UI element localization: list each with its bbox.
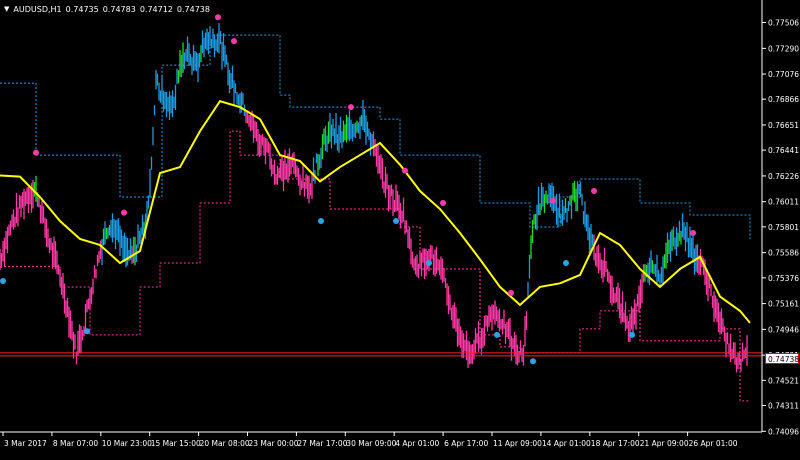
low-value: 0.74712 — [139, 4, 173, 14]
x-tick-label: 15 Mar 15:00 — [151, 439, 201, 448]
fractal-high-dot — [33, 149, 39, 156]
fractal-high-dot — [690, 229, 696, 236]
x-tick-label: 14 Apr 01:00 — [542, 439, 591, 448]
fractal-low-dot — [426, 259, 432, 266]
x-tick-label: 20 Mar 08:00 — [200, 439, 250, 448]
fractal-high-dot — [402, 167, 408, 174]
fractal-low-dot — [318, 218, 324, 224]
y-tick-label: 0.77506 — [768, 18, 799, 27]
price-chart[interactable]: 0.77506 0.77290 0.77076 0.76866 0.76651 0.764… — [0, 0, 800, 456]
fractal-low-dot — [393, 218, 399, 224]
x-tick-label: 6 Apr 17:00 — [444, 439, 488, 448]
y-tick-label: 0.77076 — [768, 70, 799, 79]
fractal-high-dot — [348, 104, 354, 111]
close-value: 0.74738 — [176, 4, 210, 14]
y-tick-label: 0.74311 — [768, 402, 799, 411]
open-value: 0.74735 — [65, 4, 99, 14]
fractal-dots — [0, 14, 696, 365]
midline-series — [0, 99, 751, 324]
chart-title-bar: ▼ AUDUSD,H1 0.74735 0.74783 0.74712 0.74… — [4, 3, 214, 15]
x-tick-label: 4 Apr 01:00 — [395, 439, 439, 448]
chart-window[interactable]: 0.77506 0.77290 0.77076 0.76866 0.76651 0.764… — [0, 0, 800, 456]
y-tick-label: 0.75586 — [768, 249, 799, 258]
fractal-high-dot — [591, 188, 597, 195]
fractal-low-dot — [84, 328, 90, 335]
fractal-high-dot — [550, 197, 556, 204]
y-tick-label: 0.76441 — [768, 146, 799, 155]
y-tick-label: 0.76866 — [768, 95, 799, 104]
fractal-low-dot — [530, 358, 536, 365]
y-tick-label: 0.74096 — [768, 427, 799, 436]
x-tick-label: 8 Mar 07:00 — [53, 439, 99, 448]
x-tick-label: 10 Mar 23:00 — [102, 439, 152, 448]
x-tick-label: 23 Mar 00:00 — [249, 439, 299, 448]
y-tick-label: 0.76011 — [768, 198, 799, 207]
current-price-tag: 0.74738 — [765, 353, 799, 364]
y-tick-label: 0.76226 — [768, 172, 799, 181]
price-bars — [0, 23, 748, 373]
y-tick-label: 0.76651 — [768, 121, 799, 130]
high-value: 0.74783 — [102, 4, 136, 14]
symbol-label: AUDUSD,H1 — [13, 4, 62, 14]
x-tick-label: 18 Apr 17:00 — [591, 439, 640, 448]
fractal-high-dot — [508, 289, 514, 296]
y-tick-label: 0.75161 — [768, 300, 799, 309]
y-tick-label: 0.75376 — [768, 274, 799, 283]
fractal-low-dot — [563, 259, 569, 266]
y-tick-label: 0.77290 — [768, 44, 799, 53]
y-tick-label: 0.74521 — [768, 376, 799, 385]
y-tick-label: 0.74946 — [768, 325, 799, 334]
dropdown-triangle-icon[interactable]: ▼ — [4, 5, 9, 13]
x-tick-label: 3 Mar 2017 — [4, 439, 47, 448]
x-tick-label: 11 Apr 09:00 — [493, 439, 542, 448]
x-tick-label: 26 Apr 01:00 — [689, 439, 738, 448]
midline — [0, 99, 751, 324]
fractal-high-dot — [440, 200, 446, 207]
x-tick-label: 27 Mar 17:00 — [297, 439, 347, 448]
fractal-low-dot — [629, 331, 635, 338]
x-tick-label: 30 Mar 09:00 — [346, 439, 396, 448]
fractal-high-dot — [121, 209, 127, 216]
fractal-low-dot — [494, 331, 500, 338]
fractal-high-dot — [215, 14, 221, 21]
fractal-low-dot — [0, 277, 6, 284]
y-tick-label: 0.75801 — [768, 223, 799, 232]
upper-band-line — [0, 34, 751, 239]
fractal-high-dot — [231, 38, 237, 45]
x-tick-label: 21 Apr 09:00 — [640, 439, 689, 448]
